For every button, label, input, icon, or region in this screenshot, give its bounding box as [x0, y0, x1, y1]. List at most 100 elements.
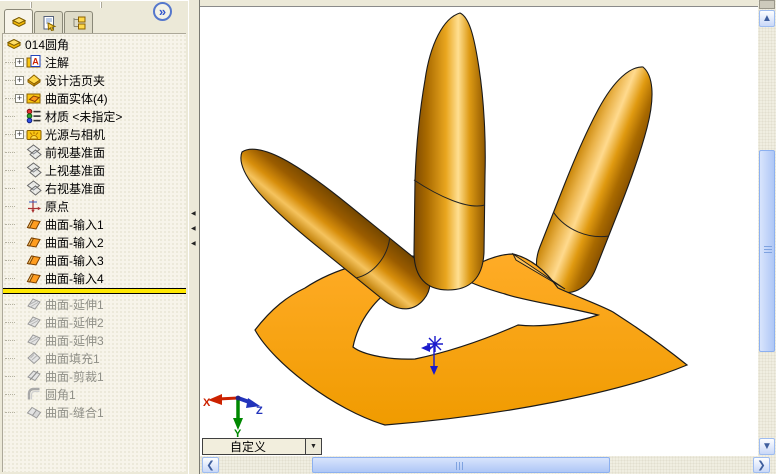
- tree-item-5[interactable]: 前视基准面: [3, 143, 186, 161]
- tree-item-label: 曲面-缝合1: [45, 405, 104, 420]
- expand-toggle[interactable]: +: [15, 57, 24, 67]
- tree-item-9[interactable]: 曲面-输入1: [3, 215, 186, 233]
- tree-item-14[interactable]: 曲面-延伸1: [3, 295, 186, 313]
- tree-item-label: 014圆角: [25, 37, 70, 52]
- expand-toggle[interactable]: +: [15, 75, 24, 85]
- splitter-arrow-icon: ◀: [191, 226, 196, 232]
- tree-item-label: 圆角1: [45, 387, 76, 402]
- svg-text:Z: Z: [256, 405, 263, 417]
- tree-item-19[interactable]: 圆角1: [3, 385, 186, 403]
- material-icon: [26, 108, 42, 124]
- panel-collapse-button[interactable]: »: [153, 2, 172, 21]
- tree-item-17[interactable]: 曲面填充1: [3, 349, 186, 367]
- scroll-left-button[interactable]: ❮: [202, 457, 219, 473]
- tree-root-item[interactable]: 014圆角: [3, 35, 186, 53]
- tab-propertymanager[interactable]: [34, 11, 63, 33]
- tree-item-18[interactable]: 曲面-剪裁1: [3, 367, 186, 385]
- tree-item-label: 材质 <未指定>: [45, 109, 123, 124]
- reference-triad: X Z Y: [203, 394, 263, 440]
- feature-tree-icon: [11, 14, 27, 30]
- tree-item-15[interactable]: 曲面-延伸2: [3, 313, 186, 331]
- property-manager-icon: [41, 15, 57, 31]
- tree-item-label: 曲面填充1: [45, 351, 100, 366]
- graphics-area[interactable]: X Z Y: [200, 0, 758, 456]
- tree-item-7[interactable]: 右视基准面: [3, 179, 186, 197]
- scroll-down-button[interactable]: ▼: [759, 438, 775, 455]
- surface-extend-icon: [26, 296, 42, 312]
- tree-item-label: 曲面-输入2: [45, 235, 104, 250]
- tree-item-label: 曲面-输入1: [45, 217, 104, 232]
- surface-body-right-bullet[interactable]: [527, 56, 671, 301]
- plane-icon: [26, 144, 42, 160]
- viewport-top-edge: [200, 0, 776, 7]
- surface-fill-icon: [26, 350, 42, 366]
- design-binder-icon: [26, 72, 42, 88]
- scroll-right-button[interactable]: ❯: [753, 457, 770, 473]
- surface-import-icon: [26, 270, 42, 286]
- surface-import-icon: [26, 252, 42, 268]
- vertical-scrollbar[interactable]: ▲ ▼: [758, 0, 776, 456]
- tree-item-label: 前视基准面: [45, 145, 106, 160]
- rollback-bar[interactable]: [3, 288, 186, 294]
- tree-item-label: 曲面-输入4: [45, 271, 104, 286]
- surface-bodies-folder-icon: [26, 90, 42, 106]
- tree-item-6[interactable]: 上视基准面: [3, 161, 186, 179]
- tree-item-label: 曲面-延伸2: [45, 315, 104, 330]
- tree-item-label: 曲面-输入3: [45, 253, 104, 268]
- tree-item-label: 光源与相机: [45, 127, 106, 142]
- feature-manager-panel: » 014圆角 + A 注解 + 设计活页夹 + 曲面实体(4) 材质 <未指定> + 光源与相机前…: [0, 0, 188, 474]
- horizontal-scrollbar[interactable]: ❮ ❯: [200, 456, 776, 474]
- tree-item-label: 曲面实体(4): [45, 91, 108, 106]
- svg-text:A: A: [32, 57, 39, 67]
- surface-extend-icon: [26, 332, 42, 348]
- expand-toggle[interactable]: +: [15, 129, 24, 139]
- fillet-icon: [26, 386, 42, 402]
- tab-configurationmanager[interactable]: [64, 11, 93, 33]
- graphics-viewport: X Z Y 自定义 ▼ ❮ ❯ ▲ ▼: [200, 0, 776, 474]
- tree-item-16[interactable]: 曲面-延伸3: [3, 331, 186, 349]
- surface-extend-icon: [26, 314, 42, 330]
- expand-toggle[interactable]: +: [15, 93, 24, 103]
- tree-item-1[interactable]: + 设计活页夹: [3, 71, 186, 89]
- tree-item-11[interactable]: 曲面-输入3: [3, 251, 186, 269]
- surface-body-center-bullet[interactable]: [413, 12, 486, 291]
- tree-item-2[interactable]: + 曲面实体(4): [3, 89, 186, 107]
- tree-item-12[interactable]: 曲面-输入4: [3, 269, 186, 287]
- scroll-up-button[interactable]: ▲: [759, 10, 775, 27]
- part-icon: [6, 36, 22, 52]
- tree-item-label: 曲面-剪裁1: [45, 369, 104, 384]
- plane-icon: [26, 162, 42, 178]
- chevron-down-icon[interactable]: ▼: [305, 439, 321, 454]
- tree-item-label: 原点: [45, 199, 70, 214]
- tree-item-4[interactable]: + 光源与相机: [3, 125, 186, 143]
- combobox-value: 自定义: [230, 440, 267, 454]
- svg-text:X: X: [203, 397, 211, 409]
- panel-splitter[interactable]: ◀ ◀ ◀: [188, 0, 200, 474]
- tree-item-10[interactable]: 曲面-输入2: [3, 233, 186, 251]
- origin-icon: [26, 198, 42, 214]
- tree-item-0[interactable]: + A 注解: [3, 53, 186, 71]
- splitter-arrow-icon: ◀: [191, 241, 196, 247]
- splitter-arrow-icon: ◀: [191, 211, 196, 217]
- view-scale-combobox[interactable]: 自定义 ▼: [202, 438, 322, 455]
- vertical-scrollbar-thumb[interactable]: [759, 150, 775, 352]
- surface-trim-icon: [26, 368, 42, 384]
- tree-item-3[interactable]: 材质 <未指定>: [3, 107, 186, 125]
- plane-icon: [26, 180, 42, 196]
- tree-item-20[interactable]: 曲面-缝合1: [3, 403, 186, 421]
- surface-import-icon: [26, 234, 42, 250]
- surface-import-icon: [26, 216, 42, 232]
- tree-item-label: 曲面-延伸3: [45, 333, 104, 348]
- tab-featuremanager[interactable]: [4, 9, 33, 33]
- horizontal-scrollbar-thumb[interactable]: [312, 457, 610, 473]
- tree-item-8[interactable]: 原点: [3, 197, 186, 215]
- feature-tree: 014圆角 + A 注解 + 设计活页夹 + 曲面实体(4) 材质 <未指定> + 光源与相机 前视基…: [2, 33, 186, 472]
- tree-item-label: 注解: [45, 55, 70, 70]
- tree-item-label: 右视基准面: [45, 181, 106, 196]
- tree-item-label: 设计活页夹: [45, 73, 106, 88]
- tree-item-label: 上视基准面: [45, 163, 106, 178]
- solidworks-window: » 014圆角 + A 注解 + 设计活页夹 + 曲面实体(4) 材质 <未指定> + 光源与相机前…: [0, 0, 776, 474]
- view-split-handle[interactable]: [759, 0, 775, 9]
- lights-cameras-icon: [26, 126, 42, 142]
- configuration-manager-icon: [71, 15, 87, 31]
